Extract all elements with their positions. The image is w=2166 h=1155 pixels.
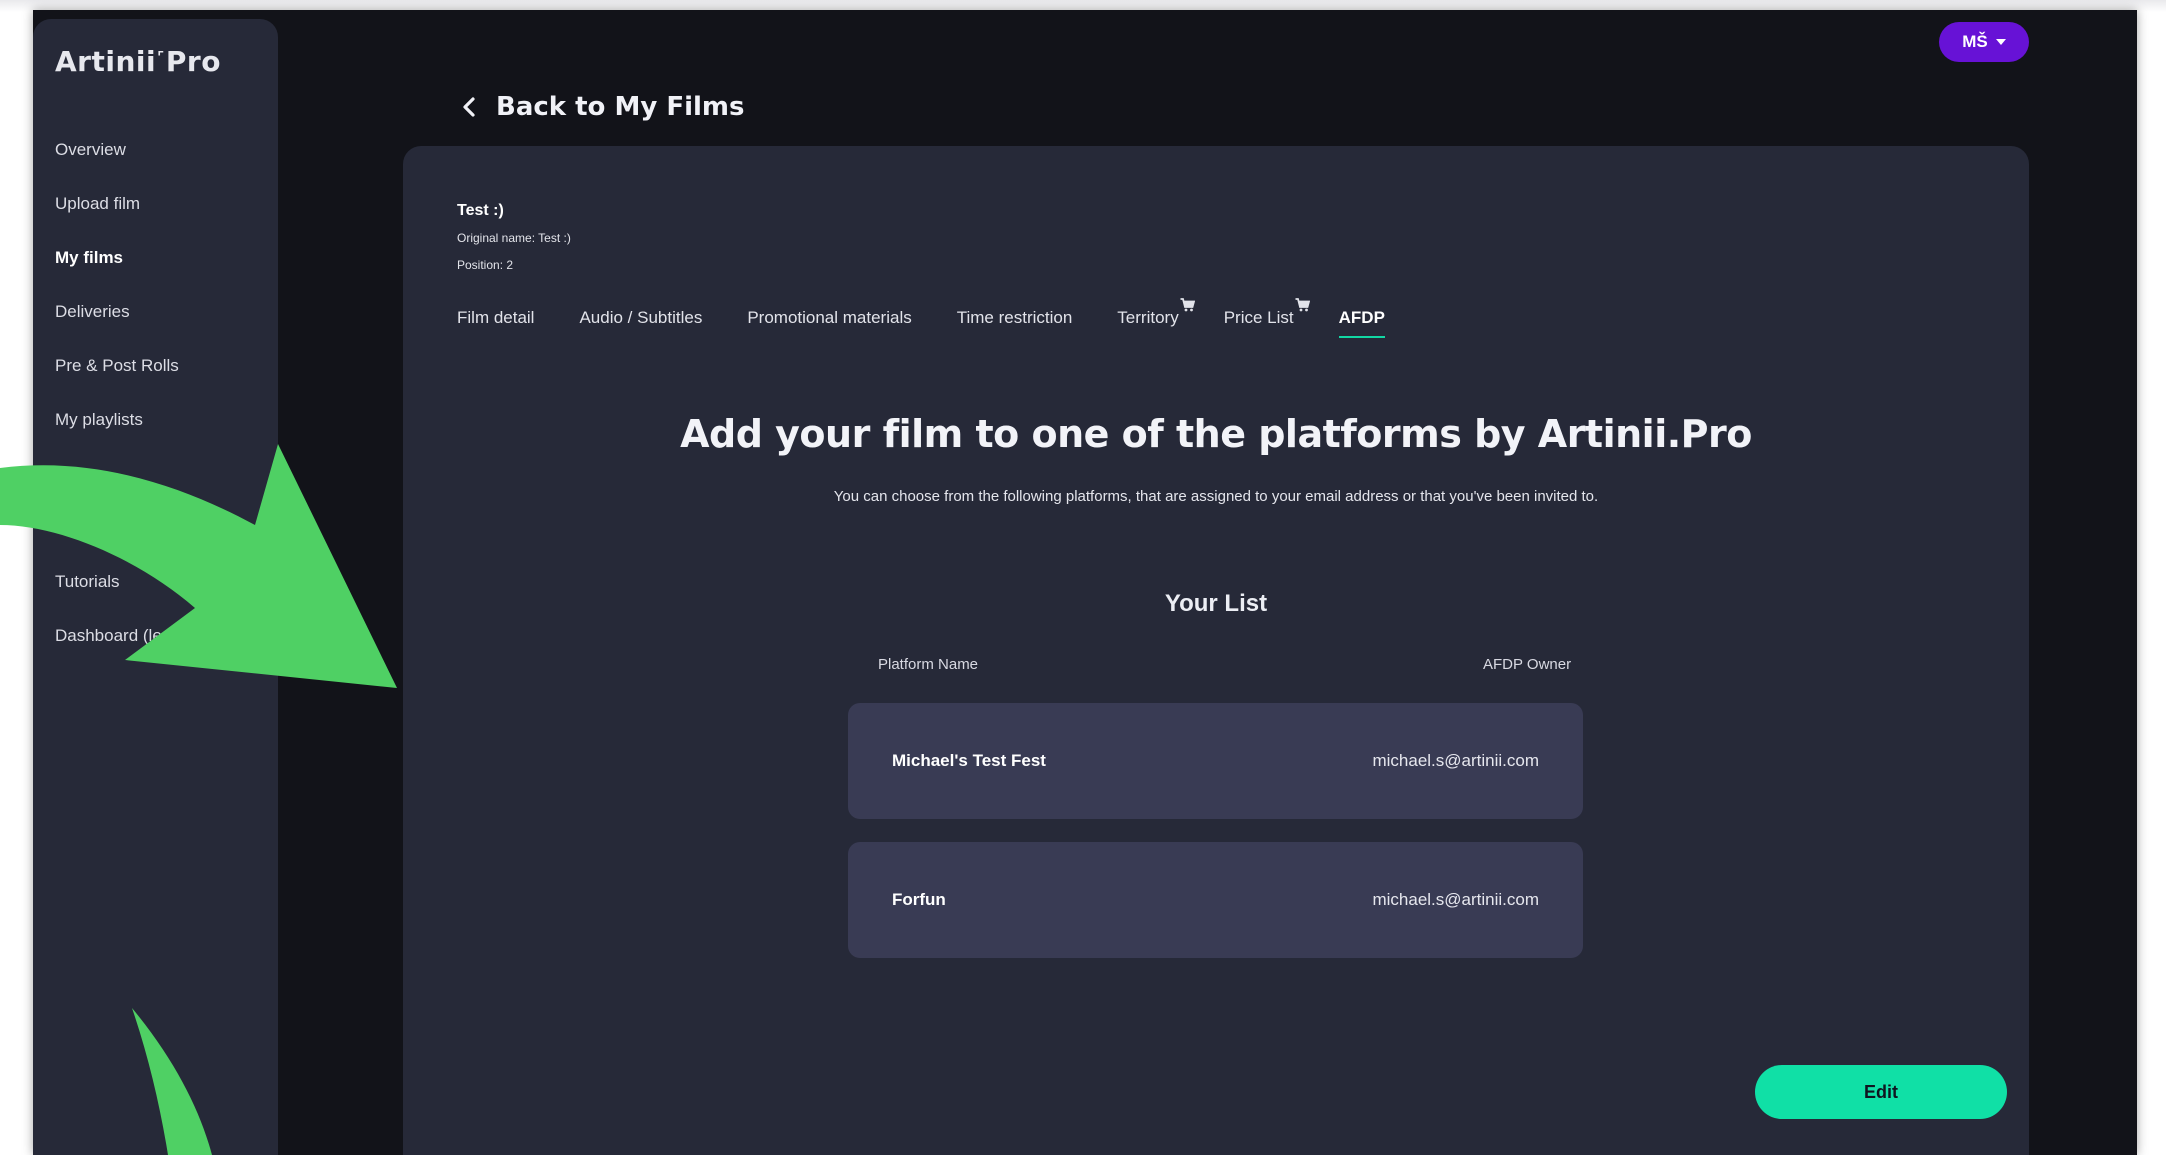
film-original-name: Original name: Test :): [457, 231, 571, 245]
caret-down-icon: [1995, 39, 2006, 45]
sidebar-item-my-playlists[interactable]: My playlists: [55, 409, 179, 463]
app-window: Artinii˹Pro Overview Upload film My film…: [33, 10, 2137, 1155]
platform-owner: michael.s@artinii.com: [1372, 890, 1539, 909]
film-position: Position: 2: [457, 258, 514, 272]
edit-button[interactable]: Edit: [1755, 1065, 2007, 1119]
column-header-owner: AFDP Owner: [1483, 656, 1572, 673]
platform-name: Michael's Test Fest: [892, 751, 1046, 770]
tab-territory[interactable]: Territory: [1117, 298, 1195, 338]
page-headline: Add your film to one of the platforms by…: [680, 412, 1752, 456]
tab-afdp[interactable]: AFDP: [1338, 308, 1385, 338]
film-panel: Test :) Original name: Test :) Position:…: [403, 146, 2029, 1155]
page-subline: You can choose from the following platfo…: [833, 488, 1599, 505]
sidebar-item-overview[interactable]: Overview: [55, 139, 179, 193]
tab-audio-subtitles[interactable]: Audio / Subtitles: [579, 308, 702, 338]
logo: Artinii˹Pro: [55, 45, 221, 78]
sidebar-item-pre-post-rolls[interactable]: Pre & Post Rolls: [55, 355, 179, 409]
sidebar-item-hidden-1[interactable]: [55, 463, 179, 517]
cart-icon: [1295, 298, 1310, 312]
sidebar-item-deliveries[interactable]: Deliveries: [55, 301, 179, 355]
back-to-my-films-link[interactable]: Back to My Films: [460, 92, 745, 122]
list-item[interactable]: Forfun michael.s@artinii.com: [848, 842, 1583, 958]
user-menu-button[interactable]: MŠ: [1939, 22, 2029, 62]
list-item[interactable]: Michael's Test Fest michael.s@artinii.co…: [848, 703, 1583, 819]
tab-promotional-materials[interactable]: Promotional materials: [747, 308, 911, 338]
tab-territory-label: Territory: [1117, 308, 1179, 327]
sidebar-item-my-films[interactable]: My films: [55, 247, 179, 301]
sidebar-nav: Overview Upload film My films Deliveries…: [55, 139, 179, 679]
back-label: Back to My Films: [496, 92, 745, 122]
sidebar-item-dashboard[interactable]: Dashboard (le: [55, 625, 179, 679]
tab-time-restriction[interactable]: Time restriction: [957, 308, 1073, 338]
cart-icon: [1180, 298, 1195, 312]
chevron-left-icon: [463, 97, 475, 117]
column-header-platform: Platform Name: [878, 656, 979, 673]
tab-film-detail[interactable]: Film detail: [457, 308, 534, 338]
sidebar-item-tutorials[interactable]: Tutorials: [55, 571, 179, 625]
film-tabs: Film detail Audio / Subtitles Promotiona…: [457, 298, 1430, 338]
platform-owner: michael.s@artinii.com: [1372, 751, 1539, 770]
tab-price-list[interactable]: Price List: [1223, 298, 1310, 338]
user-initials: MŠ: [1962, 32, 1988, 51]
platform-name: Forfun: [892, 890, 946, 909]
tab-price-list-label: Price List: [1223, 308, 1294, 327]
list-title: Your List: [1164, 590, 1268, 617]
sidebar-item-hidden-2[interactable]: [55, 517, 179, 571]
sidebar: Artinii˹Pro Overview Upload film My film…: [33, 19, 278, 1155]
film-title: Test :): [457, 202, 504, 219]
sidebar-item-upload-film[interactable]: Upload film: [55, 193, 179, 247]
